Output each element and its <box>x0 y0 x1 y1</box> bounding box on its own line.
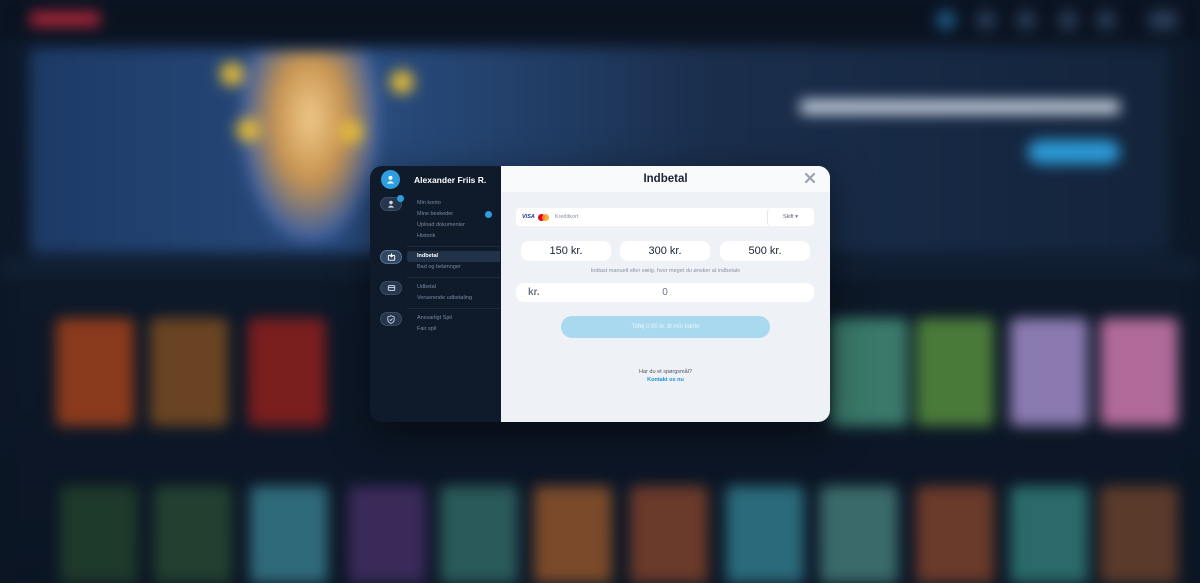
sidebar-item-mine-beskeder[interactable]: Mine beskeder <box>407 209 500 220</box>
background-game-tile <box>348 486 426 583</box>
background-game-tile <box>248 318 326 426</box>
background-game-tile <box>440 486 518 583</box>
background-game-tile <box>726 486 804 583</box>
sidebar-item-upload-dokumenter[interactable]: Upload dokumenter <box>407 220 500 231</box>
background-hero-figure <box>240 52 380 242</box>
amount-option-500[interactable]: 500 kr. <box>720 241 810 261</box>
background-logo <box>30 12 100 26</box>
deposit-header: Indbetal <box>501 166 830 192</box>
account-sidebar: Alexander Friis R. Min konto Mine besked… <box>370 166 501 422</box>
background-hero-button <box>1028 140 1120 164</box>
deposit-modal: Alexander Friis R. Min konto Mine besked… <box>370 166 830 422</box>
amount-option-150[interactable]: 150 kr. <box>521 241 611 261</box>
background-top-icon <box>1096 10 1116 30</box>
mastercard-icon <box>537 213 549 221</box>
background-game-tile <box>60 486 138 583</box>
amount-hint: Indtast manuelt eller vælg, hvor meget d… <box>590 268 741 274</box>
background-top-icon <box>1148 10 1178 30</box>
sidebar-divider <box>407 308 500 309</box>
background-coin <box>220 62 244 86</box>
background-game-tile <box>820 486 898 583</box>
sidebar-item-min-konto[interactable]: Min konto <box>407 198 500 209</box>
contact-link[interactable]: Kontakt os nu <box>501 377 830 383</box>
background-game-tile <box>830 318 908 426</box>
visa-logo: VISA <box>522 214 535 220</box>
background-game-tile <box>250 486 328 583</box>
background-hero-text <box>800 100 1120 114</box>
background-coin <box>236 118 260 142</box>
background-coin <box>390 70 414 94</box>
background-game-tile <box>150 318 228 426</box>
background-game-tile <box>534 486 612 583</box>
message-badge <box>485 211 492 218</box>
sidebar-item-udbetal[interactable]: Udbetal <box>407 282 500 293</box>
background-game-tile <box>630 486 708 583</box>
sidebar-item-bonusser[interactable]: Bad og belønnger <box>407 262 500 273</box>
deposit-submit-button[interactable]: Tilføj 0,00 kr. til min konto <box>561 316 770 338</box>
sidebar-item-historik[interactable]: Historik <box>407 231 500 242</box>
background-game-tile <box>1010 486 1088 583</box>
background-game-tile <box>154 486 232 583</box>
background-coin <box>340 120 364 144</box>
close-icon[interactable] <box>804 172 816 184</box>
background-game-tile <box>1100 318 1178 426</box>
amount-value: 0 <box>662 287 668 298</box>
sidebar-item-indbetal[interactable]: Indbetal <box>407 251 500 262</box>
background-top-icon <box>1016 10 1036 30</box>
background-game-tile <box>1010 318 1088 426</box>
payment-method-label: Kreditkort <box>554 214 579 220</box>
background-top-icon <box>976 10 996 30</box>
switch-payment-button[interactable]: Skift ▾ <box>767 208 813 226</box>
sidebar-item-fair-spil[interactable]: Fair spil <box>407 324 500 335</box>
profile-icon[interactable] <box>380 195 404 211</box>
sidebar-divider <box>407 277 500 278</box>
background-game-tile <box>916 318 994 426</box>
sidebar-item-ansvarligt-spil[interactable]: Ansvarligt Spil <box>407 313 500 324</box>
background-game-tile <box>1100 486 1178 583</box>
sidebar-item-verserende-udbetaling[interactable]: Verserende udbetaling <box>407 293 500 304</box>
amount-option-300[interactable]: 300 kr. <box>620 241 710 261</box>
user-icon[interactable] <box>381 170 400 189</box>
notification-badge <box>397 195 404 202</box>
sidebar-group-deposit: Indbetal Bad og belønnger <box>407 251 500 273</box>
background-top-icon <box>936 10 956 30</box>
background-game-tile <box>56 318 134 426</box>
amount-input[interactable]: kr. 0 <box>516 283 814 302</box>
help-question: Har du et spørgsmål? <box>639 369 692 375</box>
sidebar-item-label: Mine beskeder <box>417 211 454 217</box>
sidebar-group-responsible: Ansvarligt Spil Fair spil <box>407 313 500 335</box>
shield-icon[interactable] <box>380 312 402 326</box>
sidebar-group-withdraw: Udbetal Verserende udbetaling <box>407 282 500 304</box>
sidebar-group-account: Min konto Mine beskeder Upload dokumente… <box>407 198 500 242</box>
sidebar-header: Alexander Friis R. <box>370 166 501 193</box>
background-game-tile <box>916 486 994 583</box>
user-name: Alexander Friis R. <box>414 174 487 185</box>
deposit-icon[interactable] <box>380 250 402 264</box>
deposit-panel: Indbetal VISA Kreditkort Skift ▾ 150 kr.… <box>501 166 830 422</box>
page-title: Indbetal <box>643 173 688 185</box>
background-top-icon <box>1058 10 1078 30</box>
sidebar-divider <box>407 246 500 247</box>
withdraw-icon[interactable] <box>380 281 402 295</box>
